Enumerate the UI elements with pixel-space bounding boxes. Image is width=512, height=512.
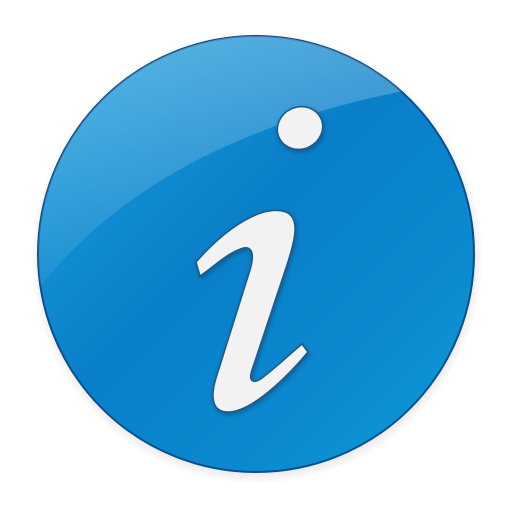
info-icon-container <box>0 0 512 512</box>
info-icon <box>31 32 483 484</box>
